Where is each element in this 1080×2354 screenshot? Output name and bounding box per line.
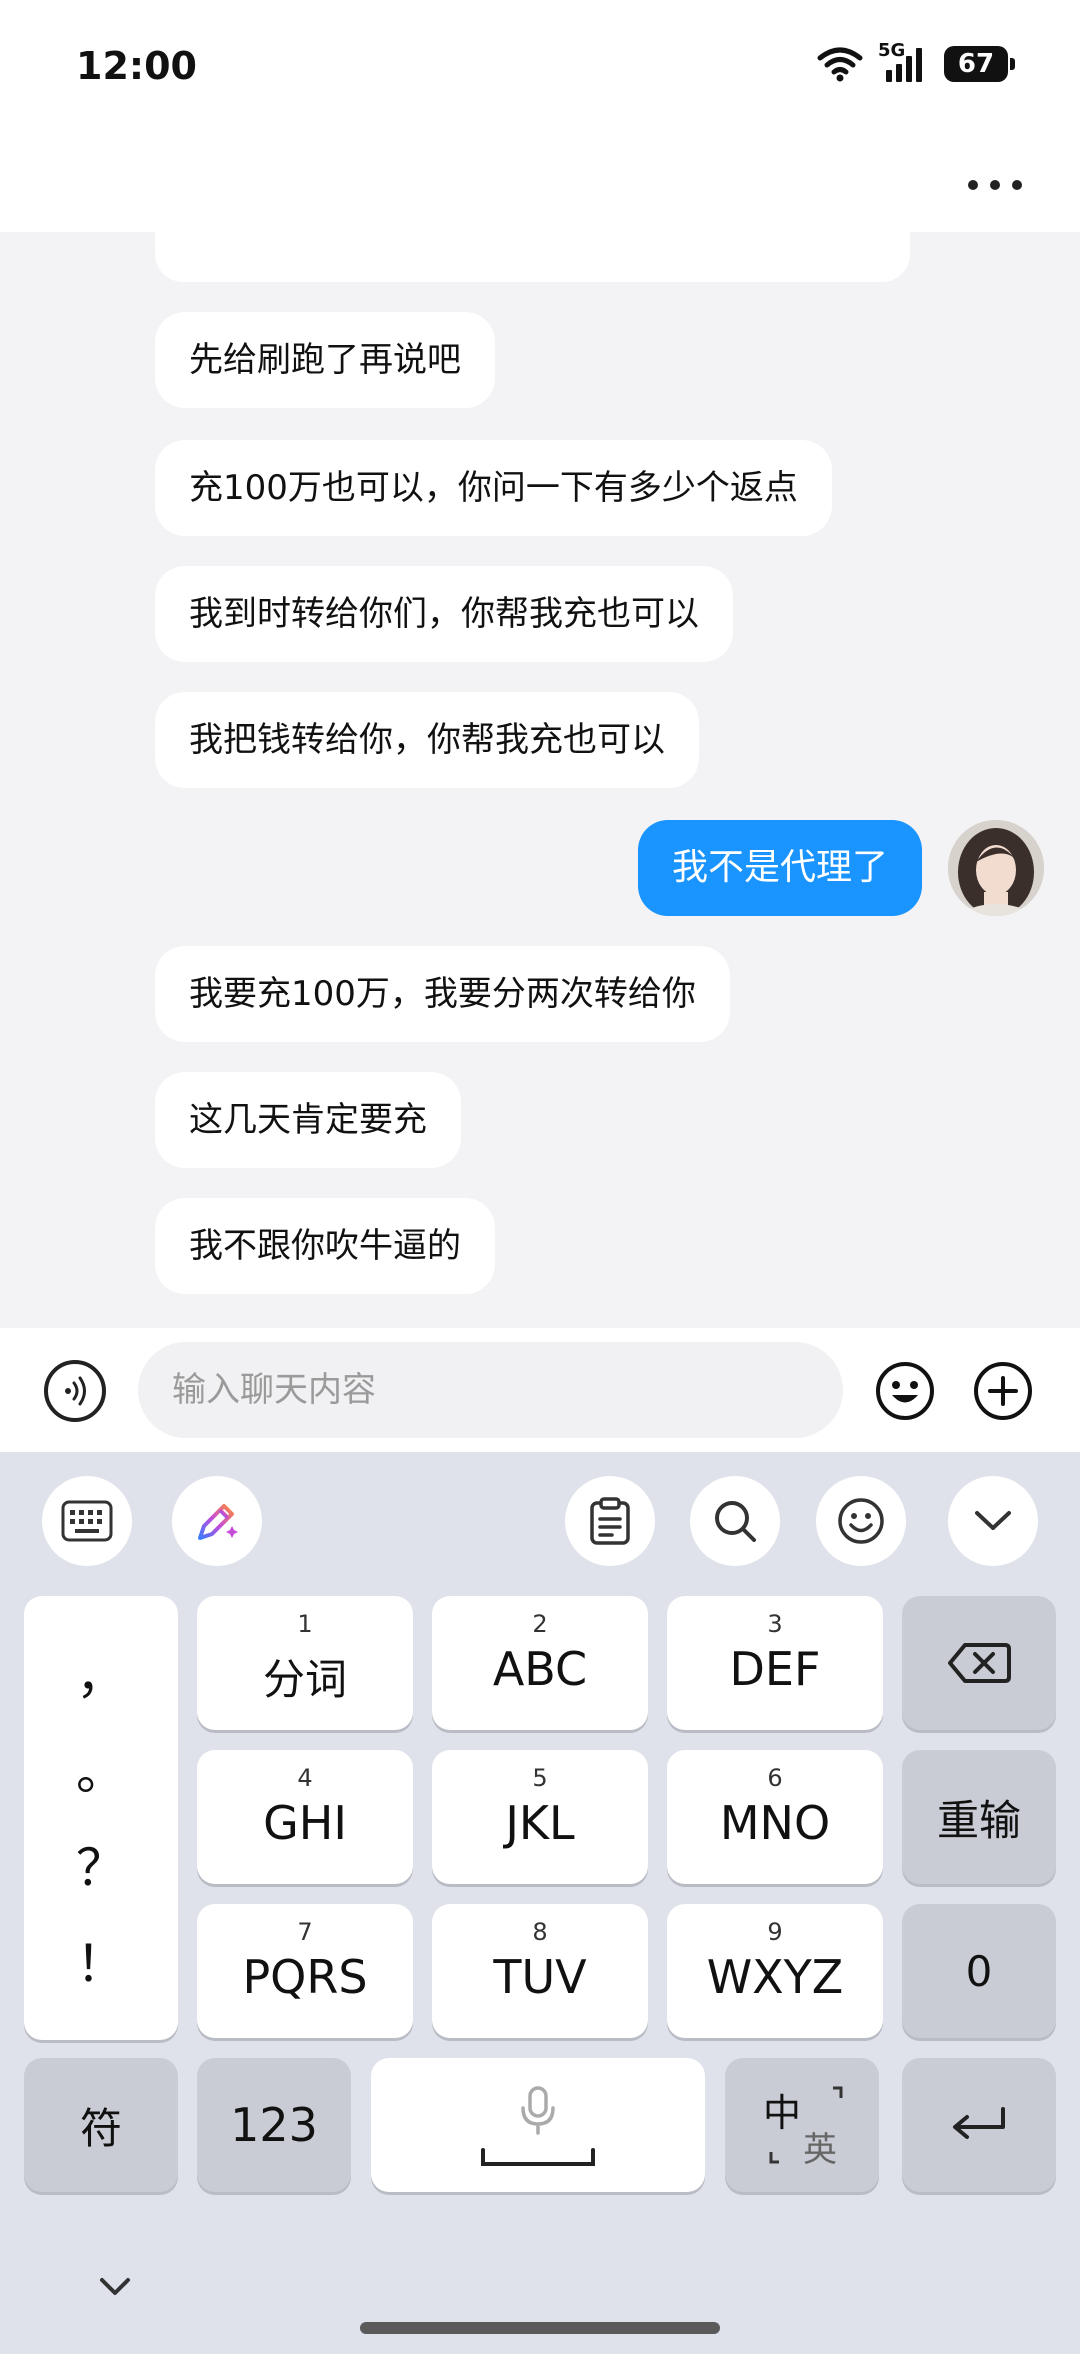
status-icons: 5G 67: [816, 40, 1015, 84]
previous-message-bubble: [155, 232, 910, 282]
punct-exclamation[interactable]: ！: [24, 1924, 178, 1996]
clipboard-icon: [590, 1497, 630, 1545]
lang-bracket-icon: [769, 2086, 843, 2164]
key-1[interactable]: 1 分词: [197, 1596, 413, 1730]
collapse-toolbar-button[interactable]: [948, 1476, 1038, 1566]
key-8[interactable]: 8 TUV: [432, 1904, 648, 2038]
message-bubble-incoming[interactable]: 我不跟你吹牛逼的: [155, 1198, 495, 1294]
chevron-down-icon: [100, 2278, 130, 2295]
punct-comma[interactable]: ，: [24, 1636, 178, 1708]
space-bar-icon: [481, 2148, 595, 2166]
message-bubble-incoming[interactable]: 充100万也可以，你问一下有多少个返点: [155, 440, 832, 536]
space-key[interactable]: [371, 2058, 705, 2192]
language-switch-key[interactable]: 中 英: [725, 2058, 879, 2192]
more-horizontal-icon: [968, 180, 978, 190]
clipboard-button[interactable]: [565, 1476, 655, 1566]
message-list[interactable]: 先给刷跑了再说吧 充100万也可以，你问一下有多少个返点 我到时转给你们，你帮我…: [0, 232, 1080, 1328]
signal-indicator: 5G: [878, 40, 930, 84]
keyboard: ， 。 ？ ！ 1 分词 2 ABC 3 DEF 4 GHI 5 JKL 6 M…: [0, 1452, 1080, 2354]
key-5[interactable]: 5 JKL: [432, 1750, 648, 1884]
keyboard-icon: [61, 1500, 113, 1542]
message-bubble-incoming[interactable]: 这几天肯定要充: [155, 1072, 461, 1168]
chat-input[interactable]: [138, 1342, 843, 1438]
message-bubble-incoming[interactable]: 我要充100万，我要分两次转给你: [155, 946, 730, 1042]
more-button[interactable]: [960, 160, 1030, 210]
delete-key[interactable]: [902, 1596, 1056, 1730]
ai-writing-button[interactable]: [172, 1476, 262, 1566]
message-bubble-incoming[interactable]: 我把钱转给你，你帮我充也可以: [155, 692, 699, 788]
battery-indicator: 67: [944, 46, 1015, 82]
chevron-down-icon: [975, 1511, 1011, 1530]
symbols-key[interactable]: 符: [24, 2058, 178, 2192]
microphone-icon: [521, 2086, 555, 2135]
enter-key[interactable]: [902, 2058, 1056, 2192]
emoji-button[interactable]: [874, 1360, 936, 1422]
chat-screen: 12:00 5G 67 先给刷跑了再说吧 充100万也可以，你问一下有多少个返点…: [0, 0, 1080, 2354]
signal-icon: [886, 48, 922, 82]
key-3[interactable]: 3 DEF: [667, 1596, 883, 1730]
wifi-icon: [817, 47, 863, 82]
keyboard-switch-button[interactable]: [42, 1476, 132, 1566]
status-time: 12:00: [76, 44, 197, 88]
key-4[interactable]: 4 GHI: [197, 1750, 413, 1884]
punct-question[interactable]: ？: [24, 1828, 178, 1900]
hide-keyboard-button[interactable]: [90, 2262, 140, 2312]
reinput-key[interactable]: 重输: [902, 1750, 1056, 1884]
search-button[interactable]: [690, 1476, 780, 1566]
voice-input-button[interactable]: [44, 1360, 106, 1422]
punctuation-column[interactable]: ， 。 ？ ！: [24, 1596, 178, 2040]
avatar-image: [948, 820, 1044, 916]
plus-button[interactable]: [972, 1360, 1034, 1422]
chat-header: [0, 140, 1080, 232]
emoji-panel-button[interactable]: [816, 1476, 906, 1566]
status-bar: 12:00 5G 67: [0, 0, 1080, 140]
backspace-icon: [948, 1643, 1011, 1683]
smiley-icon: [838, 1498, 884, 1544]
voice-icon: [65, 1376, 86, 1406]
return-icon: [953, 2107, 1005, 2139]
home-indicator[interactable]: [360, 2322, 720, 2334]
avatar[interactable]: [948, 820, 1044, 916]
message-bubble-outgoing[interactable]: 我不是代理了: [638, 820, 923, 916]
key-2[interactable]: 2 ABC: [432, 1596, 648, 1730]
message-bubble-incoming[interactable]: 先给刷跑了再说吧: [155, 312, 495, 408]
numbers-key[interactable]: 123: [197, 2058, 351, 2192]
key-9[interactable]: 9 WXYZ: [667, 1904, 883, 2038]
key-7[interactable]: 7 PQRS: [197, 1904, 413, 2038]
key-6[interactable]: 6 MNO: [667, 1750, 883, 1884]
zero-key[interactable]: 0: [902, 1904, 1056, 2038]
punct-period[interactable]: 。: [24, 1732, 178, 1804]
input-bar: [0, 1328, 1080, 1452]
message-bubble-incoming[interactable]: 我到时转给你们，你帮我充也可以: [155, 566, 733, 662]
magic-pen-icon: [198, 1504, 238, 1540]
search-icon: [715, 1501, 756, 1542]
